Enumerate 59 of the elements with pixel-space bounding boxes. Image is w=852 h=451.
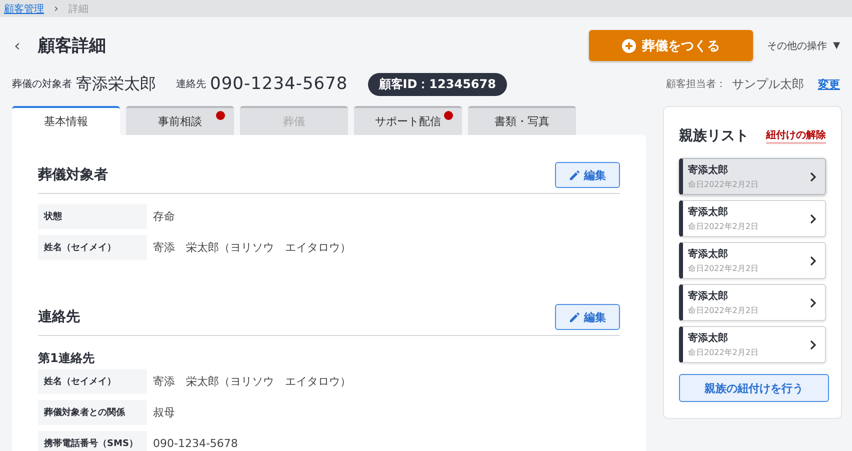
chevron-right-icon (810, 172, 816, 182)
subsection-title: 第1連絡先 (38, 350, 96, 367)
chevron-right-icon (810, 214, 816, 224)
field-value: 存命 (153, 209, 175, 224)
tab[interactable]: 書類・写真 (468, 106, 576, 135)
edit-button[interactable]: 編集 (555, 304, 620, 330)
relative-name: 寄添太郎 (688, 289, 729, 303)
field-label: 状態 (38, 204, 147, 229)
change-link[interactable]: 変更 (818, 76, 840, 92)
field-value: 090-1234-5678 (153, 437, 238, 450)
relative-name: 寄添太郎 (688, 163, 729, 177)
owner-name: サンプル太郎 (732, 76, 804, 92)
chevron-right-icon (810, 298, 816, 308)
relative-item[interactable]: 寄添太郎 命日2022年2月2日 (679, 284, 826, 321)
subject-label: 葬儀の対象者 (12, 78, 72, 91)
card-title: 親族リスト (679, 127, 749, 145)
field-value: 寄添 栄太郎（ヨリソウ エイタロウ） (153, 240, 351, 255)
page-title: 顧客詳細 (38, 35, 107, 57)
contact-number: 090-1234-5678 (210, 74, 348, 94)
field-label: 姓名（セイメイ） (38, 369, 147, 394)
relative-date: 命日2022年2月2日 (688, 179, 760, 190)
tab[interactable]: 基本情報 (12, 106, 120, 135)
tab[interactable]: サポート配信 (354, 106, 462, 135)
chevron-right-icon (810, 256, 816, 266)
section-title: 連絡先 (38, 308, 80, 326)
more-actions-menu[interactable]: その他の操作 ▼ (767, 34, 840, 56)
pencil-icon (569, 170, 580, 180)
relative-item[interactable]: 寄添太郎 命日2022年2月2日 (679, 200, 826, 237)
pencil-icon (569, 312, 580, 322)
relative-date: 命日2022年2月2日 (688, 221, 760, 232)
tab[interactable]: 事前相談 (126, 106, 234, 135)
relative-date: 命日2022年2月2日 (688, 305, 760, 316)
relative-name: 寄添太郎 (688, 331, 729, 345)
breadcrumb-current: 詳細 (68, 2, 88, 16)
edit-button[interactable]: 編集 (555, 162, 620, 188)
chevron-right-icon (810, 340, 816, 350)
unlink-link[interactable]: 紐付けの解除 (766, 128, 826, 144)
relative-item[interactable]: 寄添太郎 命日2022年2月2日 (679, 158, 826, 195)
owner-label: 顧客担当者： (666, 78, 726, 91)
field-label: 葬儀対象者との関係 (38, 400, 147, 425)
back-button[interactable]: ‹ (14, 36, 34, 55)
contact-label: 連絡先 (176, 78, 206, 91)
relative-item[interactable]: 寄添太郎 命日2022年2月2日 (679, 242, 826, 279)
plus-circle-icon (622, 38, 636, 52)
field-value: 叔母 (153, 405, 175, 420)
relative-date: 命日2022年2月2日 (688, 347, 760, 358)
breadcrumb-separator: › (54, 2, 58, 15)
customer-id-badge: 顧客ID：12345678 (368, 72, 507, 96)
relative-item[interactable]: 寄添太郎 命日2022年2月2日 (679, 326, 826, 363)
field-value: 寄添 栄太郎（ヨリソウ エイタロウ） (153, 374, 351, 389)
breadcrumb-link[interactable]: 顧客管理 (4, 2, 44, 16)
field-label: 携帯電話番号（SMS） (38, 431, 147, 451)
relative-date: 命日2022年2月2日 (688, 263, 760, 274)
relative-name: 寄添太郎 (688, 247, 729, 261)
relative-name: 寄添太郎 (688, 205, 729, 219)
link-relatives-button[interactable]: 親族の紐付けを行う (679, 374, 829, 402)
section-title: 葬儀対象者 (38, 166, 108, 184)
subject-name: 寄添栄太郎 (76, 74, 156, 94)
field-label: 姓名（セイメイ） (38, 235, 147, 260)
